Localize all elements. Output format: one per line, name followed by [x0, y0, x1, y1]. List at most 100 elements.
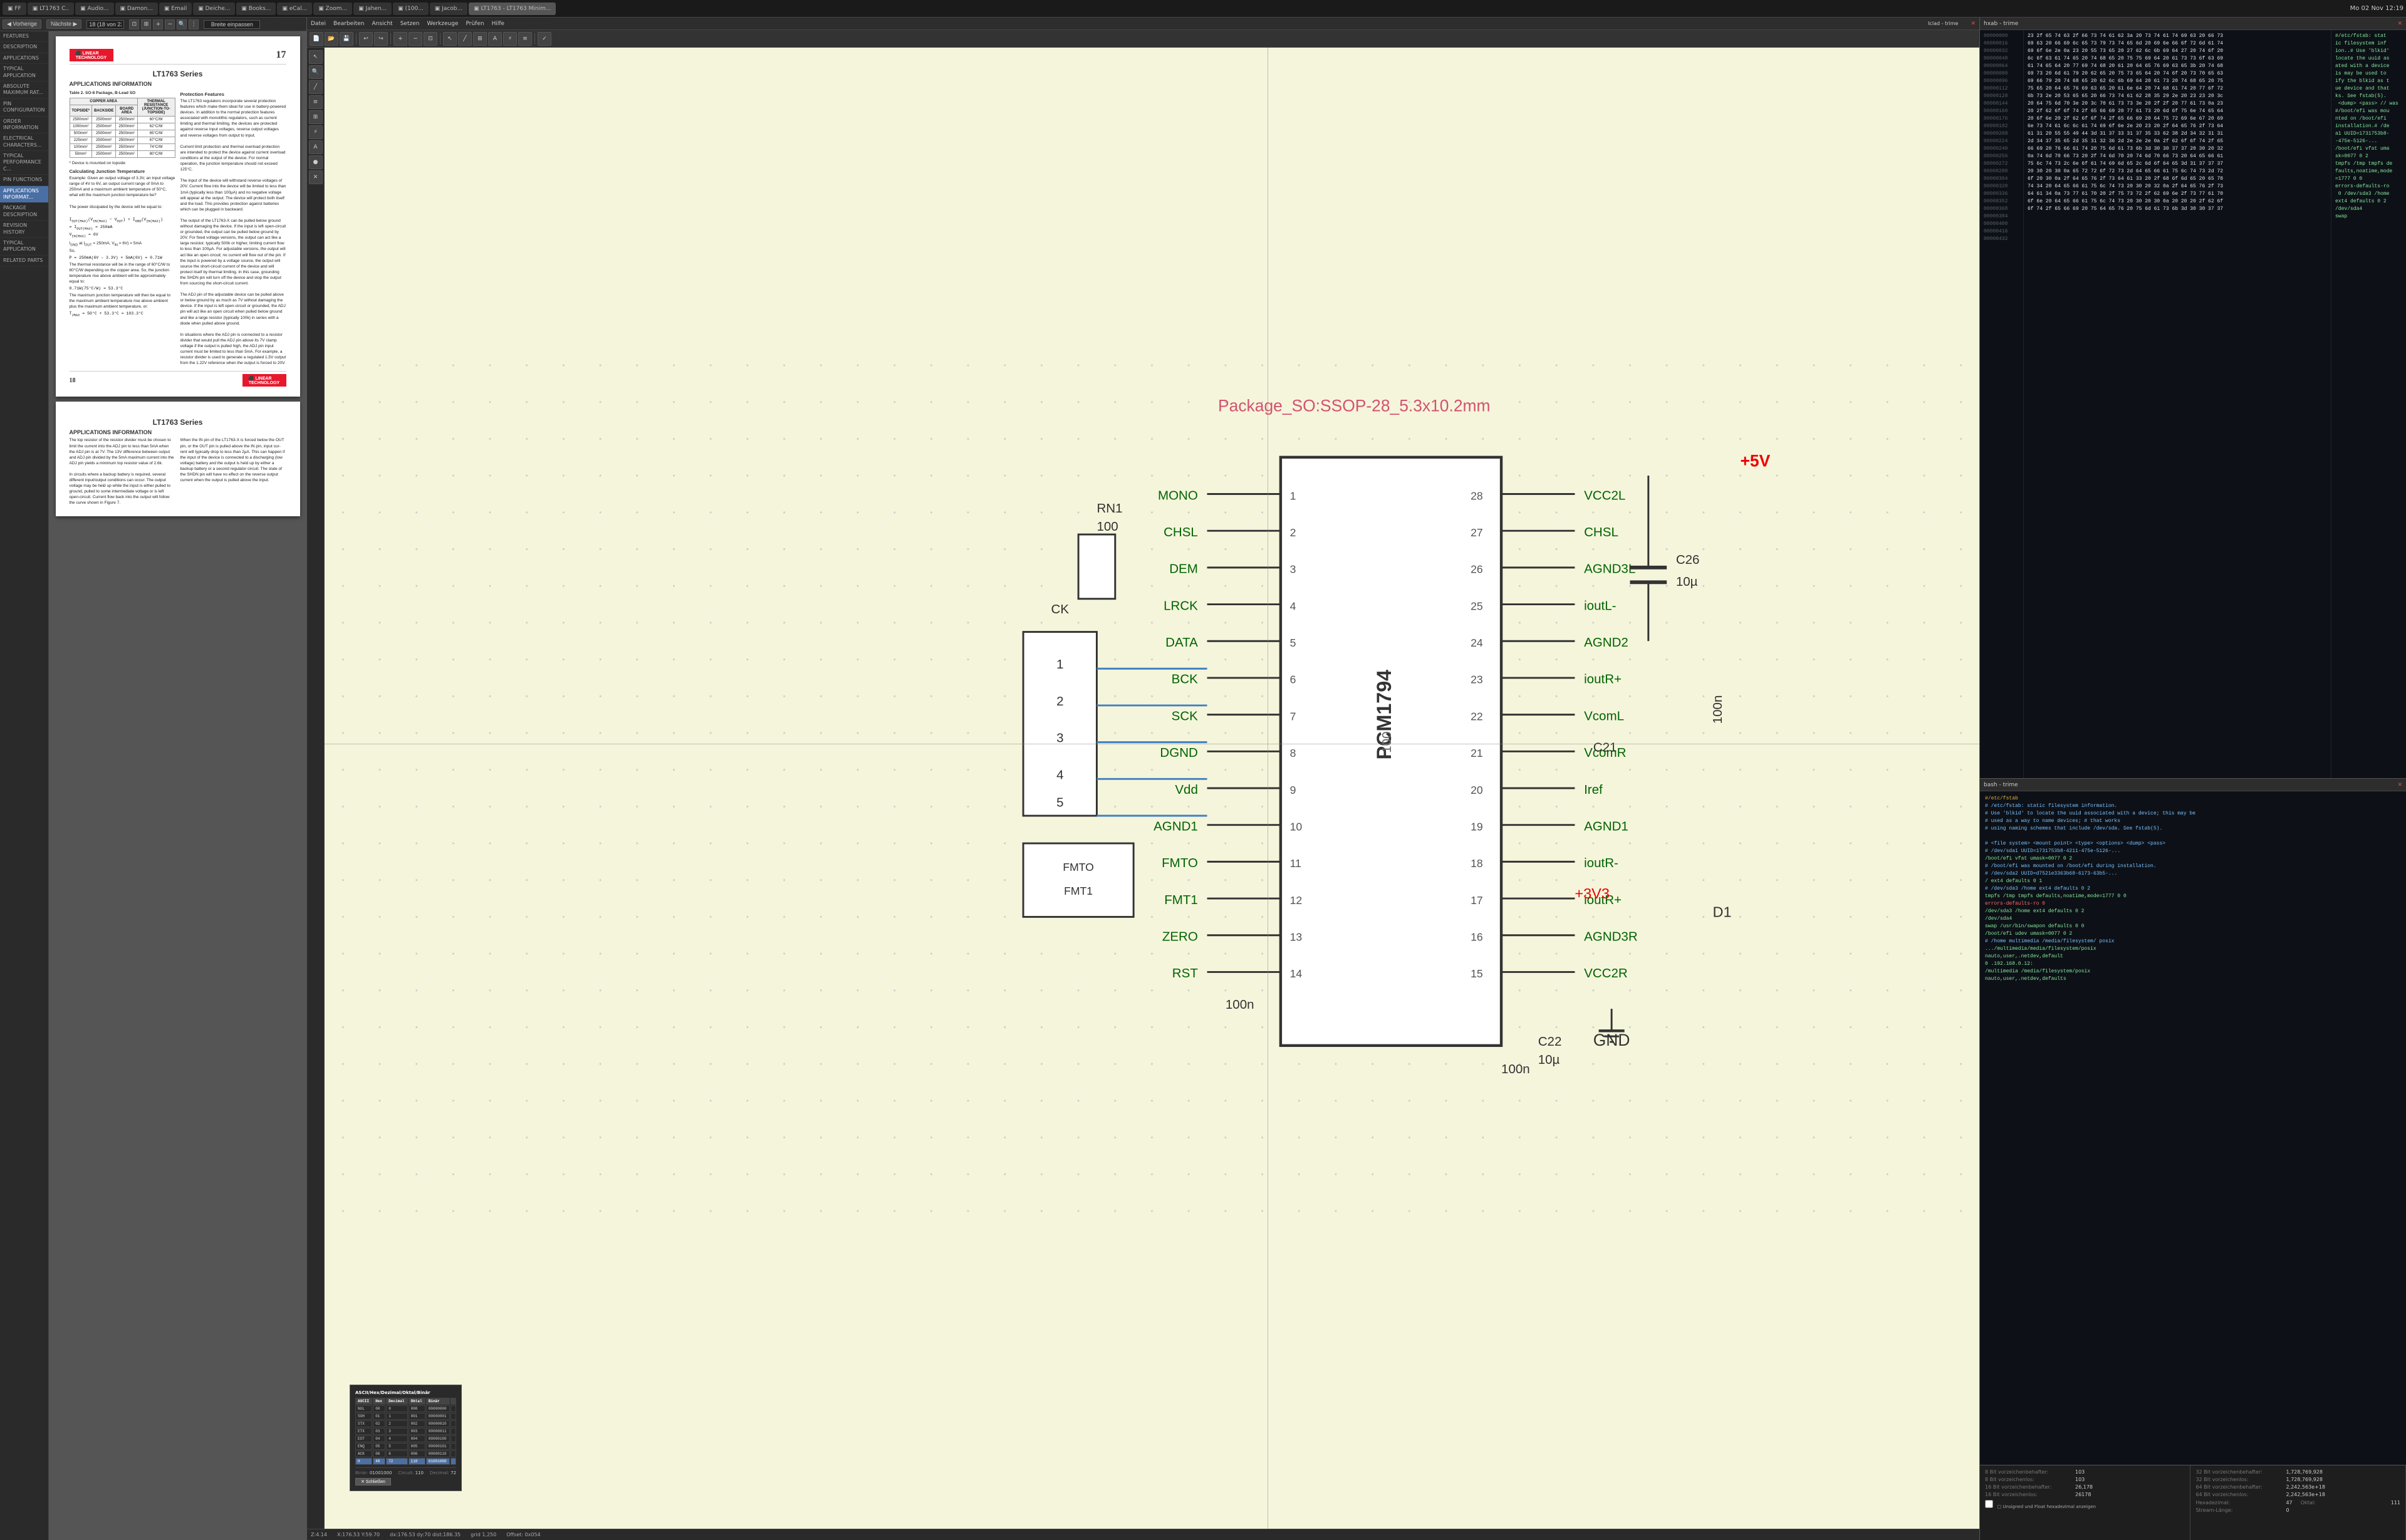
- svg-text:4: 4: [1056, 767, 1063, 782]
- hex-unsigned-checkbox[interactable]: [1985, 1500, 1993, 1508]
- kicad-save-btn[interactable]: 💾: [340, 32, 353, 46]
- pdf-zoom-in[interactable]: +: [153, 19, 163, 29]
- toc-item-typical-app2[interactable]: TYPICAL APPLICATION: [0, 238, 48, 256]
- kicad-left-power[interactable]: ⚡: [309, 125, 323, 139]
- kicad-select-btn[interactable]: ↖: [443, 32, 457, 46]
- hex-info-row-4: 16 Bit vorzeichenlos: 26178: [1985, 1492, 2185, 1497]
- pdf-fit-page[interactable]: ⊞: [141, 19, 151, 29]
- toc-item-pin-config[interactable]: PIN CONFIGURATION: [0, 99, 48, 117]
- kicad-left-wire[interactable]: ╱: [309, 80, 323, 94]
- kicad-bus-btn[interactable]: ≡: [518, 32, 532, 46]
- kicad-toolbar: 📄 📂 💾 ↩ ↪ + − ⊡ ↖ ╱ ⊞ A ⚡ ≡ ✓: [307, 30, 1979, 48]
- taskbar-item-deiche[interactable]: ▣ Deiche...: [193, 3, 235, 15]
- pdf-protection-body: The LT1763 regulators incorporate severa…: [180, 98, 286, 366]
- pdf-body-so: So,: [70, 248, 175, 254]
- taskbar-item-100[interactable]: ▣ (100...: [393, 3, 429, 15]
- taskbar: ▣ FF ▣ LT1763 C.. ▣ Audio... ▣ Damon... …: [0, 0, 2406, 18]
- taskbar-item-jacob[interactable]: ▣ Jacob...: [430, 3, 467, 15]
- kicad-label-btn[interactable]: A: [488, 32, 502, 46]
- kicad-menu-edit[interactable]: Bearbeiten: [333, 21, 364, 27]
- kicad-left-label[interactable]: A: [309, 140, 323, 154]
- toc-item-rev-hist[interactable]: REVISION HISTORY: [0, 221, 48, 238]
- pdf-toc[interactable]: FEATURES DESCRIPTION APPLICATIONS TYPICA…: [0, 31, 49, 1540]
- kicad-left-select[interactable]: ↖: [309, 50, 323, 64]
- kicad-redo-btn[interactable]: ↪: [374, 32, 388, 46]
- kicad-close-btn[interactable]: ✕: [1971, 21, 1976, 27]
- kicad-left-bus[interactable]: ≡: [309, 95, 323, 109]
- kicad-open-btn[interactable]: 📂: [325, 32, 338, 46]
- toc-item-app-info[interactable]: APPLICATIONS INFORMAT...: [0, 186, 48, 204]
- hex-info-row-1: 8 Bit vorzeichenbehafter: 103: [1985, 1469, 2185, 1475]
- pdf-page-input[interactable]: [86, 20, 124, 29]
- kicad-power-btn[interactable]: ⚡: [503, 32, 517, 46]
- taskbar-item-lt1763-active[interactable]: ▣ LT1763 - LT1763 Minim...: [469, 3, 556, 15]
- kicad-menu-view[interactable]: Ansicht: [372, 21, 392, 27]
- taskbar-item-lt1763[interactable]: ▣ LT1763 C..: [28, 3, 74, 15]
- toc-item-pin-funcs[interactable]: PIN FUNCTIONS: [0, 175, 48, 185]
- toc-item-related[interactable]: RELATED PARTS: [0, 256, 48, 266]
- svg-text:ioutR+: ioutR+: [1584, 672, 1622, 687]
- terminal-output[interactable]: #/etc/fstab # /etc/fstab: static filesys…: [1980, 791, 2406, 1465]
- kicad-wire-btn[interactable]: ╱: [458, 32, 472, 46]
- hex-info-block-left: 8 Bit vorzeichenbehafter: 103 8 Bit vorz…: [1980, 1465, 2190, 1540]
- toc-item-apps[interactable]: APPLICATIONS: [0, 53, 48, 64]
- svg-text:8: 8: [1290, 747, 1296, 759]
- pdf-zoom-out[interactable]: −: [165, 19, 175, 29]
- kicad-zoom-out-btn[interactable]: −: [409, 32, 422, 46]
- kicad-left-noconn[interactable]: ✕: [309, 170, 323, 184]
- pdf-fit-width[interactable]: ⊡: [129, 19, 139, 29]
- toc-item-elec-chars[interactable]: ELECTRICAL CHARACTERS...: [0, 133, 48, 151]
- taskbar-item-email[interactable]: ▣ Email: [159, 3, 192, 15]
- kicad-zoom-in-btn[interactable]: +: [393, 32, 407, 46]
- toc-item-features[interactable]: FEATURES: [0, 31, 48, 42]
- pdf-zoom-input[interactable]: [204, 20, 260, 29]
- taskbar-item-ecal[interactable]: ▣ eCal...: [277, 3, 312, 15]
- taskbar-item-zoom[interactable]: ▣ Zoom...: [313, 3, 352, 15]
- kicad-status-z: Z:4.14: [311, 1532, 327, 1537]
- taskbar-item-books[interactable]: ▣ Books...: [236, 3, 276, 15]
- hex-editor: hxab - trime ✕ 0000000000000016000000320…: [1980, 18, 2406, 779]
- pdf-more[interactable]: ⋮: [189, 19, 199, 29]
- pdf-next-btn[interactable]: Nächste ▶: [46, 19, 81, 29]
- taskbar-item-audio[interactable]: ▣ Audio...: [75, 3, 113, 15]
- toolbar-sep4: [534, 33, 535, 44]
- hex-info-row-2: 8 Bit vorzeichenlos: 103: [1985, 1477, 2185, 1482]
- kicad-undo-btn[interactable]: ↩: [359, 32, 373, 46]
- hex-content[interactable]: 0000000000000016000000320000004800000064…: [1980, 30, 2406, 778]
- ascii-popup-values: Binär: 01001000 Circuit: 110 Decimal: 72: [355, 1467, 456, 1475]
- kicad-run-erc-btn[interactable]: ✓: [538, 32, 551, 46]
- kicad-menu-tools[interactable]: Werkzeuge: [427, 21, 458, 27]
- hex-close-btn[interactable]: ✕: [2397, 21, 2402, 27]
- schematic-svg: Package_SO:SSOP-28_5.3x10.2mm PCM1794 10…: [325, 48, 1979, 1529]
- kicad-schematic-canvas[interactable]: Package_SO:SSOP-28_5.3x10.2mm PCM1794 10…: [325, 48, 1979, 1529]
- pdf-body-thermal: The thermal resistance will be in the ra…: [70, 262, 175, 284]
- toc-item-typical-app[interactable]: TYPICAL APPLICATION: [0, 64, 48, 81]
- hex-titlebar: hxab - trime ✕: [1980, 18, 2406, 30]
- kicad-left-zoom[interactable]: 🔍: [309, 65, 323, 79]
- taskbar-item-jahen[interactable]: ▣ Jahen...: [353, 3, 392, 15]
- toc-item-abs-max[interactable]: ABSOLUTE MAXIMUM RAT...: [0, 81, 48, 99]
- pdf-pages[interactable]: ⬛ LINEARTECHNOLOGY 17 LT1763 Series APPL…: [49, 31, 306, 1540]
- kicad-menu-help[interactable]: Hilfe: [492, 21, 504, 27]
- taskbar-item-damon[interactable]: ▣ Damon...: [115, 3, 158, 15]
- toc-item-pkg-desc[interactable]: PACKAGE DESCRIPTION: [0, 203, 48, 221]
- kicad-new-btn[interactable]: 📄: [310, 32, 323, 46]
- ascii-close-btn[interactable]: ✕ Schließen: [355, 1478, 391, 1485]
- pdf-prev-btn[interactable]: ◀ Vorherige: [3, 19, 41, 29]
- kicad-menu-file[interactable]: Datei: [311, 21, 326, 27]
- toc-item-order-info[interactable]: ORDER INFORMATION: [0, 117, 48, 134]
- svg-text:GND: GND: [1593, 1031, 1630, 1049]
- kicad-zoom-fit-btn[interactable]: ⊡: [424, 32, 437, 46]
- toc-item-desc[interactable]: DESCRIPTION: [0, 42, 48, 53]
- kicad-left-add-comp[interactable]: ⊞: [309, 110, 323, 124]
- svg-text:1: 1: [1290, 489, 1296, 502]
- kicad-left-junction[interactable]: ●: [309, 155, 323, 169]
- kicad-menu-set[interactable]: Setzen: [400, 21, 420, 27]
- toc-item-perf-curves[interactable]: TYPICAL PERFORMANCE C...: [0, 151, 48, 175]
- kicad-menu-check[interactable]: Prüfen: [466, 21, 484, 27]
- svg-text:C26: C26: [1676, 553, 1700, 567]
- terminal-close-btn[interactable]: ✕: [2397, 782, 2402, 788]
- kicad-component-btn[interactable]: ⊞: [473, 32, 487, 46]
- pdf-search[interactable]: 🔍: [177, 19, 187, 29]
- taskbar-item-ff[interactable]: ▣ FF: [3, 3, 26, 15]
